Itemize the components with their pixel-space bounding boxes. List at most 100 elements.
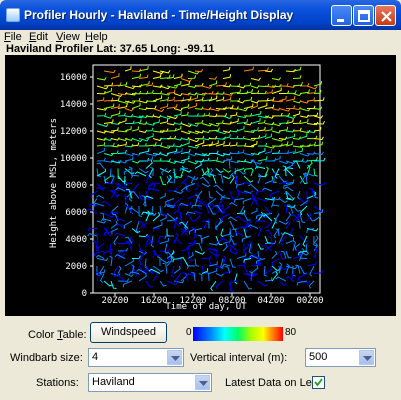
wind-barb bbox=[201, 255, 212, 259]
wind-barb bbox=[187, 243, 196, 250]
wind-barb bbox=[250, 127, 259, 132]
wind-barb bbox=[208, 113, 218, 118]
wind-barb bbox=[152, 212, 161, 222]
wind-barb bbox=[229, 190, 236, 200]
wind-barb bbox=[132, 183, 140, 193]
wind-barb bbox=[299, 119, 309, 124]
wind-barb bbox=[285, 141, 293, 147]
maximize-icon bbox=[358, 10, 370, 22]
minimize-button[interactable] bbox=[331, 5, 352, 26]
chevron-down-icon[interactable] bbox=[359, 350, 374, 365]
menu-edit[interactable]: Edit bbox=[29, 31, 48, 43]
wind-barb bbox=[123, 195, 127, 207]
maximize-button[interactable] bbox=[353, 5, 374, 26]
wind-barb bbox=[229, 112, 238, 117]
menu-file[interactable]: File bbox=[4, 31, 22, 43]
wind-barb bbox=[180, 136, 190, 141]
wind-barb bbox=[172, 258, 182, 263]
wind-barb bbox=[180, 213, 185, 224]
stations-select[interactable]: Haviland bbox=[88, 373, 212, 392]
wind-barb bbox=[96, 77, 107, 81]
wind-barb bbox=[222, 231, 231, 237]
wind-barb bbox=[187, 239, 196, 244]
wind-barb bbox=[208, 258, 214, 266]
wind-barb bbox=[243, 228, 250, 238]
wind-barb bbox=[271, 150, 281, 154]
wind-barb bbox=[254, 166, 266, 170]
wind-barb bbox=[278, 220, 289, 225]
wind-barb bbox=[247, 183, 259, 192]
latest-data-left-label: Latest Data on Left: bbox=[225, 377, 322, 389]
wind-barb bbox=[264, 148, 272, 154]
wind-barb bbox=[243, 96, 253, 102]
close-button[interactable] bbox=[375, 5, 396, 26]
wind-barb bbox=[180, 103, 190, 109]
wind-barb bbox=[220, 228, 224, 238]
wind-barb bbox=[215, 82, 227, 87]
wind-barb bbox=[124, 156, 134, 162]
wind-barb bbox=[131, 73, 142, 79]
profiler-display[interactable]: 0 2000 4000 6000 8000 10000 12000 14000 16000 20… bbox=[5, 55, 396, 316]
wind-barb bbox=[187, 145, 200, 149]
wind-barb bbox=[208, 157, 219, 162]
windbarb-size-select[interactable]: 4 bbox=[88, 348, 184, 367]
wind-barb bbox=[250, 167, 254, 177]
wind-barb bbox=[86, 208, 98, 214]
chevron-down-icon[interactable] bbox=[195, 375, 210, 390]
wind-barb bbox=[110, 280, 117, 289]
wind-barb bbox=[90, 190, 98, 199]
wind-barb bbox=[114, 217, 126, 222]
wind-barb bbox=[229, 135, 239, 140]
wind-barb bbox=[210, 280, 217, 292]
minimize-icon bbox=[337, 19, 344, 22]
wind-barb bbox=[250, 140, 258, 147]
wind-barb bbox=[292, 92, 302, 97]
wind-barb bbox=[188, 228, 196, 235]
wind-barb bbox=[138, 168, 149, 174]
wind-barb bbox=[292, 75, 302, 79]
chevron-down-icon[interactable] bbox=[167, 350, 182, 365]
wind-barb bbox=[159, 103, 169, 109]
x-axis-title: Time of day, UT bbox=[165, 302, 247, 312]
wind-barb bbox=[166, 228, 171, 237]
wind-barb bbox=[299, 133, 308, 139]
latest-data-left-checkbox[interactable] bbox=[312, 376, 325, 389]
wind-barb bbox=[187, 213, 196, 222]
wind-barb bbox=[145, 173, 150, 184]
color-table-button[interactable]: Windspeed bbox=[90, 322, 167, 343]
vertical-interval-label: Vertical interval (m): bbox=[190, 352, 288, 364]
wind-barb bbox=[173, 111, 182, 117]
wind-barb bbox=[145, 133, 154, 139]
wind-barb bbox=[159, 70, 171, 74]
wind-barb bbox=[285, 133, 296, 139]
wind-barb bbox=[96, 142, 106, 147]
x-tick-label: 20Z00 bbox=[101, 296, 128, 306]
wind-barb bbox=[194, 161, 202, 169]
wind-barb bbox=[113, 235, 119, 246]
wind-barb bbox=[110, 150, 119, 154]
wind-barb bbox=[222, 129, 232, 134]
menu-help[interactable]: Help bbox=[85, 31, 108, 43]
wind-barb bbox=[138, 190, 145, 201]
wind-barb bbox=[292, 66, 302, 72]
wind-barb bbox=[201, 183, 211, 188]
wind-barb bbox=[299, 89, 310, 94]
wind-barb bbox=[173, 148, 183, 154]
menu-view[interactable]: View bbox=[56, 31, 80, 43]
wind-barb bbox=[243, 175, 254, 183]
wind-barb bbox=[278, 141, 289, 147]
wind-barb bbox=[196, 243, 203, 252]
wind-barb bbox=[274, 213, 280, 224]
wind-barb bbox=[145, 280, 153, 288]
wind-barb bbox=[264, 126, 273, 132]
wind-barb bbox=[309, 265, 315, 277]
wind-barb bbox=[306, 151, 316, 155]
wind-barb bbox=[218, 173, 224, 184]
vertical-interval-select[interactable]: 500 bbox=[305, 348, 376, 367]
wind-barb bbox=[124, 113, 134, 118]
wind-barb bbox=[215, 168, 224, 174]
wind-barb bbox=[306, 89, 317, 94]
title-bar[interactable]: Profiler Hourly - Haviland - Time/Height… bbox=[0, 0, 401, 30]
wind-barb bbox=[110, 110, 121, 117]
wind-barb bbox=[243, 258, 252, 263]
